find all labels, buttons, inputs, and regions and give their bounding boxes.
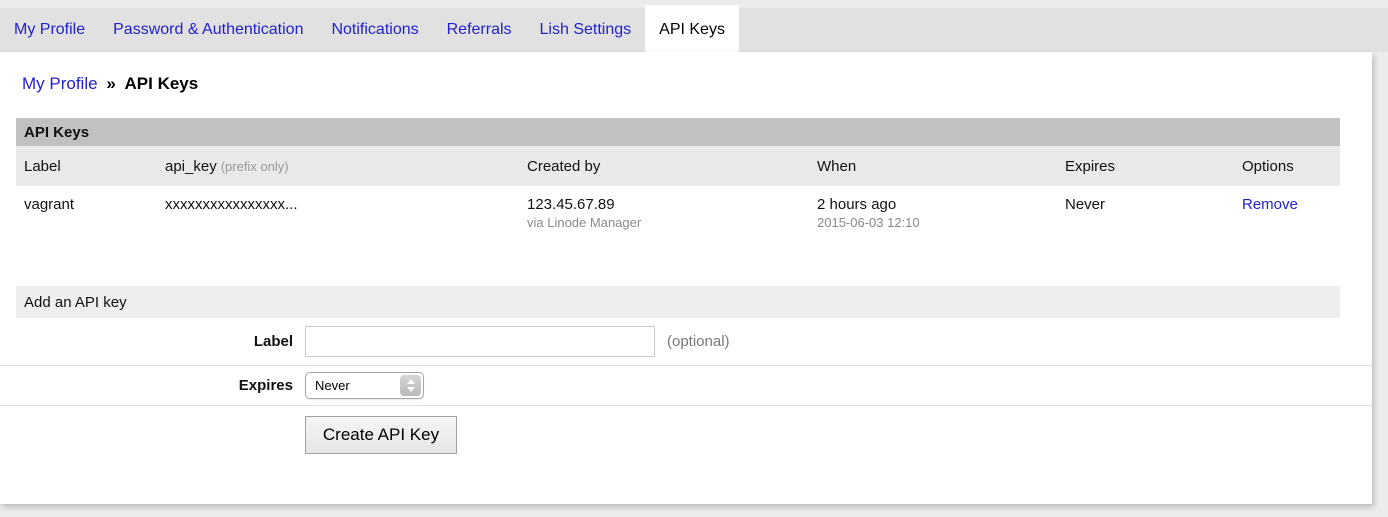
form-row-label: Label (optional) bbox=[0, 318, 1372, 366]
form-row-submit: Create API Key bbox=[0, 406, 1372, 454]
breadcrumb-separator: » bbox=[102, 74, 119, 93]
label-optional-note: (optional) bbox=[667, 333, 730, 350]
add-api-key-form-title: Add an API key bbox=[16, 286, 1340, 318]
chevron-up-icon bbox=[407, 379, 415, 384]
column-header-options: Options bbox=[1242, 158, 1340, 175]
column-header-label: Label bbox=[24, 158, 165, 175]
api-key-prefix-cell: xxxxxxxxxxxxxxxx... bbox=[165, 196, 527, 213]
created-by-cell: 123.45.67.89 via Linode Manager bbox=[527, 196, 817, 230]
breadcrumb-my-profile-link[interactable]: My Profile bbox=[22, 74, 98, 93]
chevron-down-icon bbox=[407, 387, 415, 392]
column-header-expires: Expires bbox=[1065, 158, 1242, 175]
created-by-ip: 123.45.67.89 bbox=[527, 196, 817, 213]
when-relative: 2 hours ago bbox=[817, 196, 1065, 213]
tab-notifications[interactable]: Notifications bbox=[317, 8, 432, 52]
form-row-expires: Expires Never bbox=[0, 366, 1372, 406]
expires-field-label: Expires bbox=[0, 377, 305, 394]
tab-referrals[interactable]: Referrals bbox=[433, 8, 526, 52]
breadcrumb: My Profile » API Keys bbox=[0, 52, 1372, 94]
tab-my-profile[interactable]: My Profile bbox=[0, 8, 99, 52]
api-keys-table-title: API Keys bbox=[16, 118, 1340, 146]
create-api-key-button[interactable]: Create API Key bbox=[305, 416, 457, 454]
select-stepper-icon bbox=[400, 375, 421, 396]
content-panel: My Profile » API Keys API Keys Label api… bbox=[0, 52, 1372, 504]
expires-select[interactable]: Never bbox=[305, 372, 424, 399]
tab-api-keys[interactable]: API Keys bbox=[645, 5, 739, 52]
api-keys-table: API Keys Label api_key(prefix only) Crea… bbox=[16, 118, 1340, 242]
profile-tab-bar: My Profile Password & Authentication Not… bbox=[0, 8, 1388, 52]
remove-link[interactable]: Remove bbox=[1242, 196, 1298, 213]
add-api-key-form: Add an API key Label (optional) Expires … bbox=[0, 286, 1372, 454]
expires-select-value: Never bbox=[306, 378, 400, 393]
column-header-api-key-note: (prefix only) bbox=[221, 159, 289, 174]
when-cell: 2 hours ago 2015-06-03 12:10 bbox=[817, 196, 1065, 230]
label-field-label: Label bbox=[0, 333, 305, 350]
options-cell: Remove bbox=[1242, 196, 1340, 213]
tab-lish-settings[interactable]: Lish Settings bbox=[526, 8, 646, 52]
api-keys-table-header-row: Label api_key(prefix only) Created by Wh… bbox=[16, 146, 1340, 186]
tab-password-authentication[interactable]: Password & Authentication bbox=[99, 8, 317, 52]
breadcrumb-current-page: API Keys bbox=[125, 74, 199, 93]
expires-cell: Never bbox=[1065, 196, 1242, 213]
api-key-label-cell: vagrant bbox=[24, 196, 165, 213]
column-header-when: When bbox=[817, 158, 1065, 175]
column-header-created-by: Created by bbox=[527, 158, 817, 175]
column-header-api-key: api_key(prefix only) bbox=[165, 158, 527, 175]
table-row: vagrant xxxxxxxxxxxxxxxx... 123.45.67.89… bbox=[16, 186, 1340, 242]
label-input[interactable] bbox=[305, 326, 655, 357]
created-by-via: via Linode Manager bbox=[527, 215, 817, 230]
when-absolute: 2015-06-03 12:10 bbox=[817, 215, 1065, 230]
